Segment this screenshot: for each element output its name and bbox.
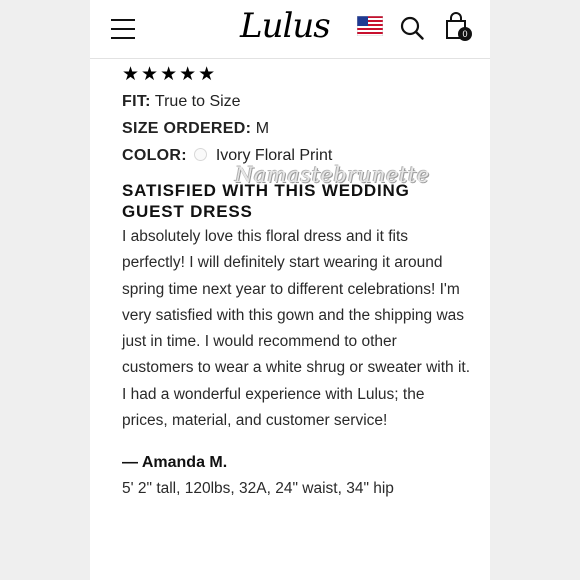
review-page: Lulus 0 ★★★★★ FIT: True to Size SIZE ORD… — [90, 0, 490, 580]
star-rating: ★★★★★ — [122, 64, 218, 85]
watermark: Namastebrunette — [235, 163, 430, 187]
reviewer-measurements: 5' 2" tall, 120lbs, 32A, 24" waist, 34" … — [122, 480, 394, 498]
screenshot-frame: Lulus 0 ★★★★★ FIT: True to Size SIZE ORD… — [0, 0, 580, 580]
review-card: ★★★★★ FIT: True to Size SIZE ORDERED: M … — [122, 62, 472, 502]
size-row: SIZE ORDERED: M — [122, 115, 472, 142]
review-body: I absolutely love this floral dress and … — [122, 228, 471, 430]
site-header: Lulus 0 — [90, 0, 490, 59]
cart-count-badge[interactable]: 0 — [458, 27, 472, 41]
size-value: M — [255, 120, 270, 137]
review-author: — Amanda M. — [122, 454, 228, 472]
color-swatch — [194, 148, 208, 161]
site-logo[interactable]: Lulus — [240, 4, 331, 48]
menu-icon[interactable] — [111, 19, 135, 39]
color-value: Ivory Floral Print — [215, 147, 333, 164]
us-flag-icon[interactable] — [357, 16, 383, 36]
color-label: COLOR: — [122, 147, 187, 164]
fit-row: FIT: True to Size — [122, 88, 472, 115]
fit-value: True to Size — [154, 93, 241, 110]
search-icon[interactable] — [400, 16, 424, 40]
size-label: SIZE ORDERED: — [122, 120, 252, 137]
fit-label: FIT: — [122, 93, 151, 110]
